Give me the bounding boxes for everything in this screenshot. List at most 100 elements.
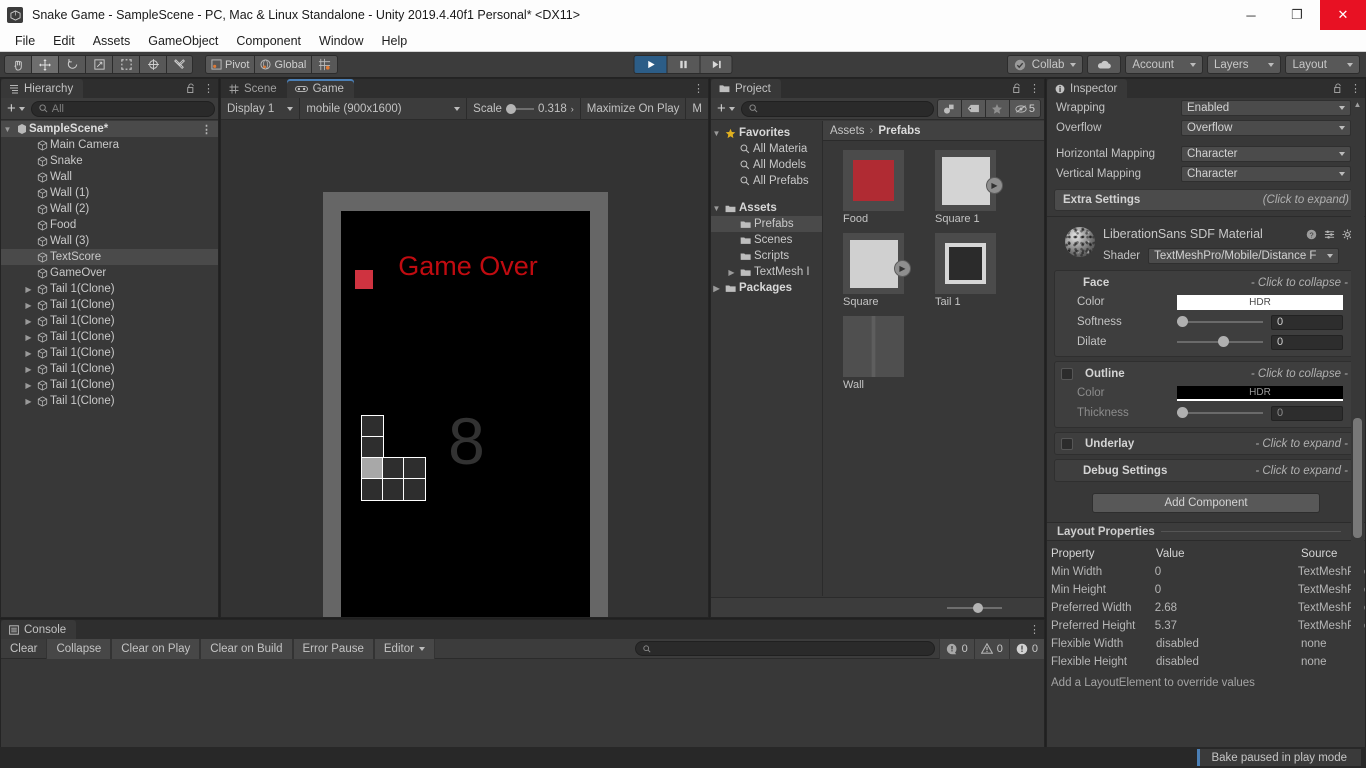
face-softness-value[interactable]: 0 [1271,314,1343,330]
hierarchy-item-textscore[interactable]: TextScore [1,249,218,265]
hierarchy-item-tail-1-clone[interactable]: ▶ Tail 1(Clone) [1,281,218,297]
project-tree-item-assets[interactable]: ▼ Assets [711,200,822,216]
hierarchy-tree[interactable]: ▼ SampleScene* ⋮ Main Camera Snake Wall Wall (… [1,121,218,617]
chevron-down-icon[interactable]: ▼ [711,204,722,213]
menu-file[interactable]: File [6,31,44,51]
step-button[interactable] [699,55,733,74]
hierarchy-scene-row[interactable]: ▼ SampleScene* ⋮ [1,121,218,137]
game-screen[interactable]: Game Over 8 [341,211,590,617]
error-counter[interactable]: 0 [1008,638,1044,659]
label-filter-icon[interactable] [960,99,985,118]
help-icon[interactable]: ? [1306,229,1317,240]
scale-slider[interactable]: Scale 0.318 › [467,97,581,120]
scale-tool-icon[interactable] [85,55,112,74]
custom-editor-tool-icon[interactable] [166,55,193,74]
underlay-enable-checkbox[interactable] [1061,437,1073,450]
project-tree-item-packages[interactable]: ▶ Packages [711,280,822,296]
layers-dropdown[interactable]: Layers [1206,55,1282,74]
clear-button[interactable]: Clear [1,639,46,659]
chevron-right-icon[interactable]: ▶ [22,349,35,358]
asset-grid[interactable]: Food ▶ Square 1 ▶ Square Tail 1 Wall [823,141,1044,596]
kebab-menu-icon[interactable]: ⋮ [201,123,212,136]
hierarchy-item-tail-1-clone[interactable]: ▶ Tail 1(Clone) [1,361,218,377]
breadcrumb-assets[interactable]: Assets [830,125,865,137]
clear-on-play-button[interactable]: Clear on Play [111,638,201,659]
hierarchy-item-tail-1-clone[interactable]: ▶ Tail 1(Clone) [1,313,218,329]
log-counter[interactable]: 0 [938,638,974,659]
chevron-right-icon[interactable]: ▶ [726,268,737,277]
asset-thumbnail[interactable]: ▶ [935,150,1003,211]
chevron-right-icon[interactable]: ▶ [22,365,35,374]
hierarchy-item-wall-2[interactable]: Wall (2) [1,201,218,217]
hierarchy-item-wall-3[interactable]: Wall (3) [1,233,218,249]
asset-thumbnail[interactable] [843,316,904,377]
shader-dropdown[interactable]: TextMeshPro/Mobile/Distance F [1148,248,1339,264]
menu-edit[interactable]: Edit [44,31,84,51]
editor-dropdown[interactable]: Editor [373,638,435,659]
kebab-menu-icon[interactable]: ⋮ [1350,83,1361,94]
minimize-button[interactable]: ─ [1228,0,1274,30]
kebab-menu-icon[interactable]: ⋮ [203,83,214,94]
chevron-right-icon[interactable]: ▶ [22,285,35,294]
inspector-scroll-thumb[interactable] [1353,418,1362,538]
hierarchy-item-tail-1-clone[interactable]: ▶ Tail 1(Clone) [1,345,218,361]
prefab-open-arrow-icon[interactable]: ▶ [986,177,1003,194]
project-folder-tree[interactable]: ▼ Favorites All Materia All Models All Prefa… [711,121,823,596]
handle-rotation-dropdown[interactable]: Global [254,55,312,74]
underlay-section-header[interactable]: Underlay - Click to expand - [1055,433,1357,454]
wrapping-dropdown[interactable]: Enabled [1181,100,1351,116]
tab-console[interactable]: Console [1,620,77,639]
warning-counter[interactable]: 0 [973,638,1009,659]
bake-status-message[interactable]: Bake paused in play mode [1197,749,1361,766]
hierarchy-item-tail-1-clone[interactable]: ▶ Tail 1(Clone) [1,297,218,313]
hierarchy-item-tail-1-clone[interactable]: ▶ Tail 1(Clone) [1,329,218,345]
outline-color-field[interactable]: HDR [1177,385,1343,401]
face-dilate-value[interactable]: 0 [1271,334,1343,350]
chevron-right-icon[interactable]: ▶ [22,301,35,310]
outline-enable-checkbox[interactable] [1061,367,1073,380]
face-softness-knob[interactable] [1177,316,1188,327]
asset-thumbnail[interactable] [935,233,996,294]
inspector-scrollbar[interactable]: ▲ [1351,98,1364,766]
chevron-right-icon[interactable]: ▶ [22,381,35,390]
kebab-menu-icon[interactable]: ⋮ [1029,83,1040,94]
hand-tool-icon[interactable] [4,55,31,74]
account-dropdown[interactable]: Account [1125,55,1203,74]
hierarchy-item-main-camera[interactable]: Main Camera [1,137,218,153]
chevron-down-icon[interactable]: ▼ [711,129,722,138]
asset-thumbnail[interactable]: ▶ [843,233,911,294]
tab-game[interactable]: Game [286,79,354,98]
tab-hierarchy[interactable]: Hierarchy [1,79,84,98]
asset-item[interactable]: Tail 1 [935,233,997,308]
pause-button[interactable] [666,55,700,74]
console-search-input[interactable] [634,641,935,656]
face-dilate-slider[interactable] [1177,336,1263,347]
asset-item[interactable]: ▶ Square [843,233,911,308]
hierarchy-item-tail-1-clone[interactable]: ▶ Tail 1(Clone) [1,377,218,393]
project-zoom-slider[interactable] [947,602,1002,613]
favorite-star-icon[interactable] [984,99,1009,118]
asset-item[interactable]: Food [843,150,905,225]
face-color-field[interactable]: HDR [1177,294,1343,310]
project-tree-item-favorites[interactable]: ▼ Favorites [711,125,822,141]
project-tree-item-prefabs[interactable]: Prefabs [711,216,822,232]
menu-component[interactable]: Component [227,31,310,51]
clear-on-build-button[interactable]: Clear on Build [200,638,293,659]
scroll-up-arrow[interactable]: ▲ [1351,98,1364,111]
outline-thickness-knob[interactable] [1177,407,1188,418]
asset-item[interactable]: ▶ Square 1 [935,150,1003,225]
hierarchy-item-gameover[interactable]: GameOver [1,265,218,281]
project-tree-item-all-prefabs[interactable]: All Prefabs [711,173,822,189]
menu-assets[interactable]: Assets [84,31,140,51]
create-asset-button[interactable]: + [714,100,738,117]
kebab-menu-icon[interactable]: ⋮ [693,83,704,94]
project-search-input[interactable] [740,100,934,117]
display-dropdown[interactable]: Display 1 [221,97,301,120]
collab-dropdown[interactable]: Collab [1006,55,1084,74]
horizontal-mapping-dropdown[interactable]: Character [1181,146,1351,162]
outline-section-header[interactable]: Outline - Click to collapse - [1055,364,1357,383]
menu-help[interactable]: Help [372,31,416,51]
outline-thickness-value[interactable]: 0 [1271,405,1343,421]
game-view-surface[interactable]: Game Over 8 [221,120,708,617]
face-section-header[interactable]: Face - Click to collapse - [1055,273,1357,292]
